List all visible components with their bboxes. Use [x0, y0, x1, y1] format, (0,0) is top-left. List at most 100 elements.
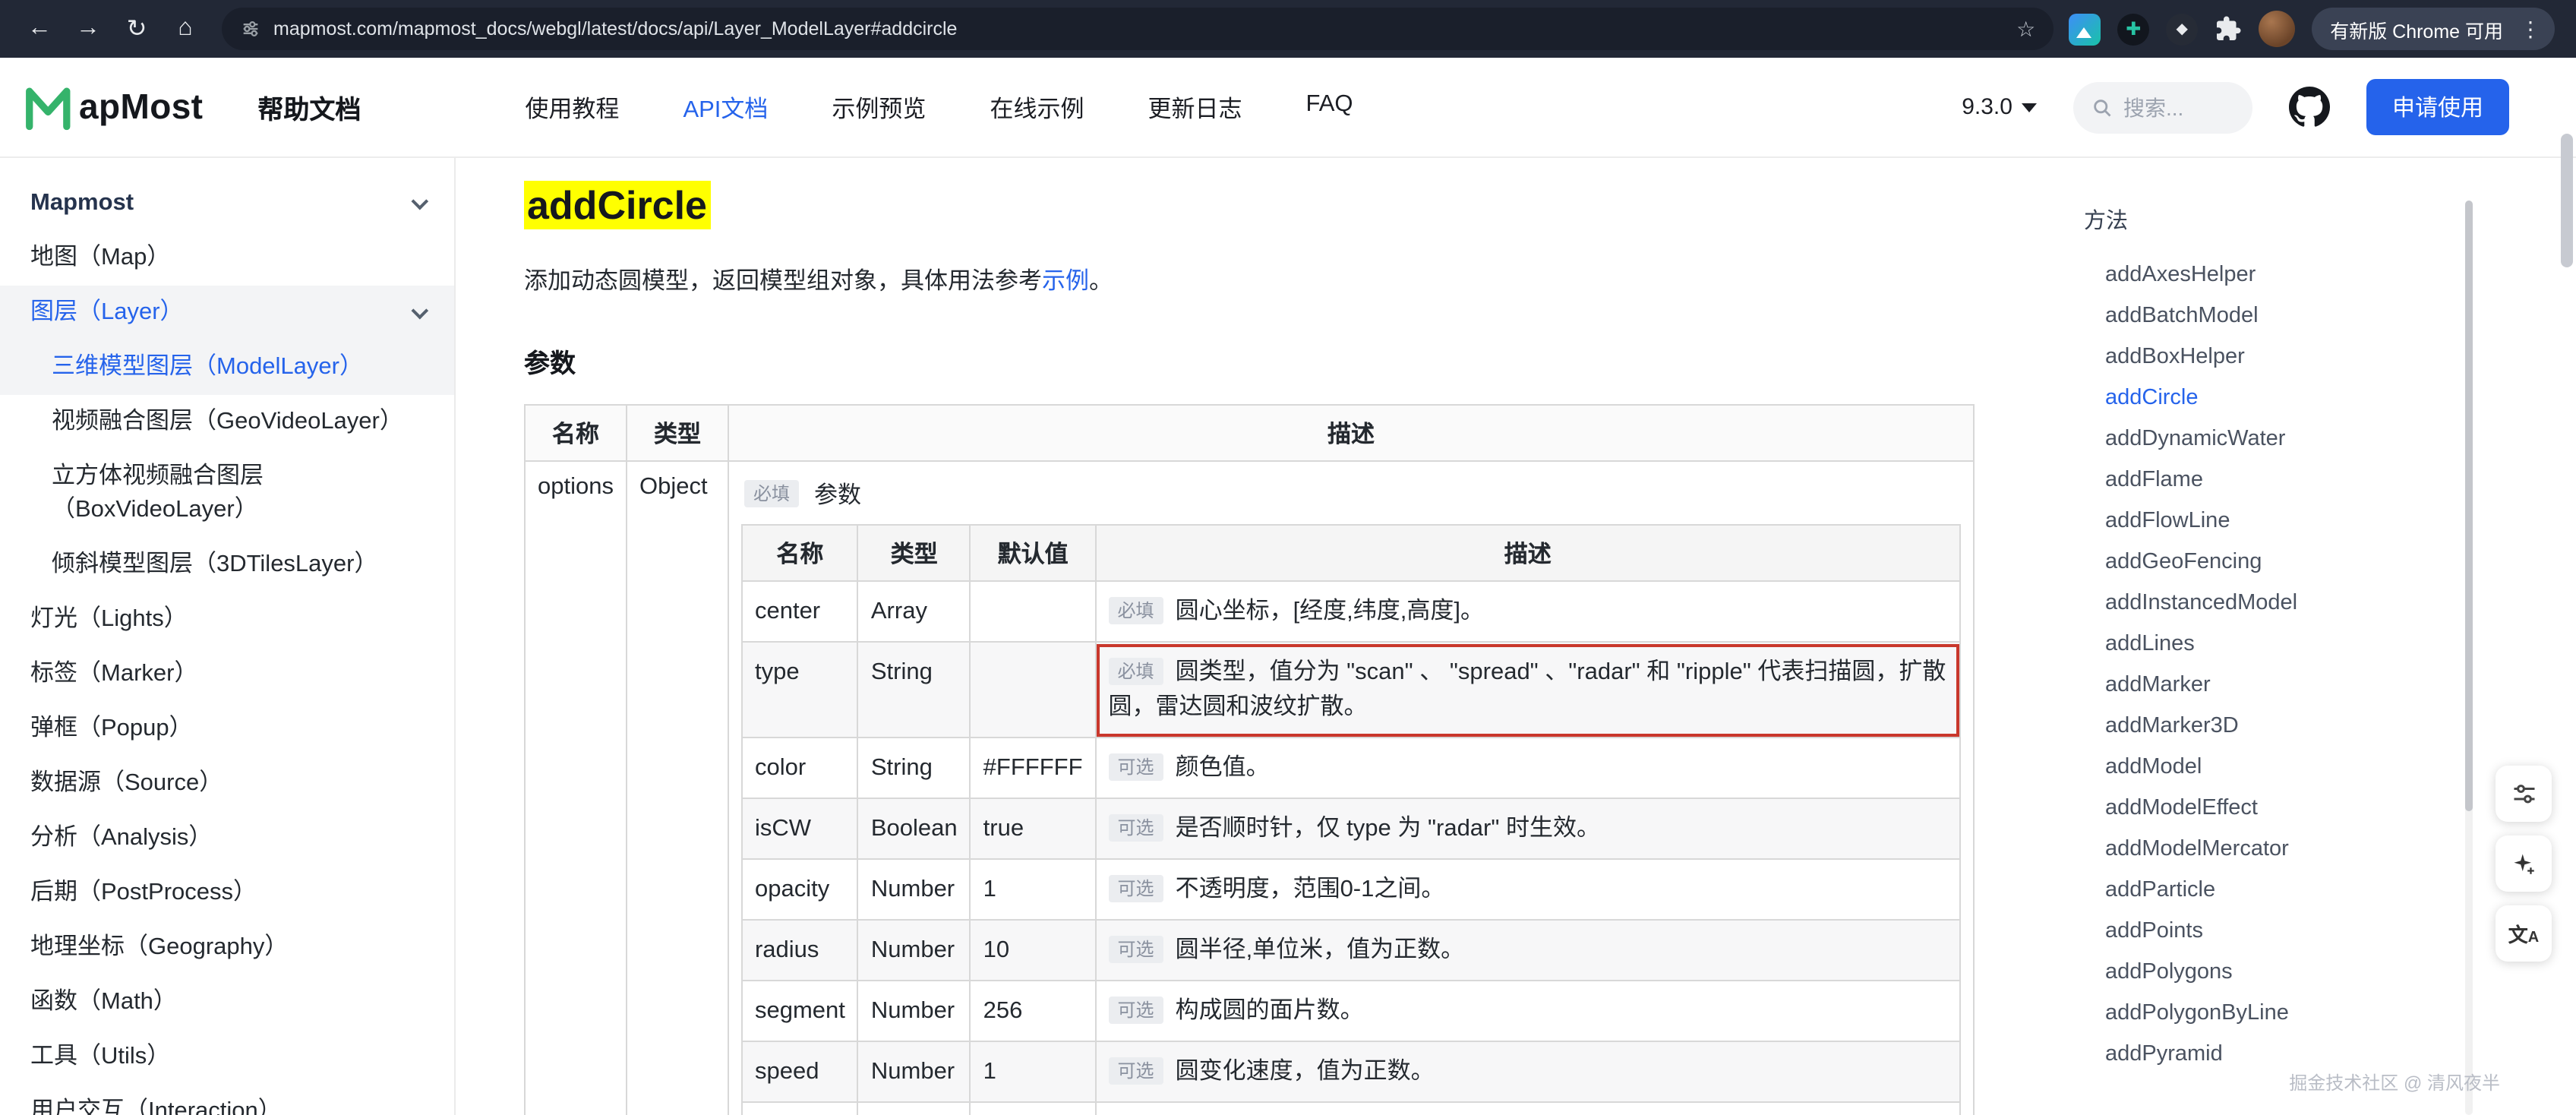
mapmost-logo[interactable]: apMost — [24, 84, 203, 130]
options-sub-table: 名称 类型 默认值 描述 centerArray必填圆心坐标，[经度,纬度,高度… — [741, 524, 1961, 1115]
param-row: typeString必填圆类型，值分为 "scan" 、 "spread" 、"… — [742, 642, 1960, 738]
search-icon — [2091, 96, 2113, 118]
toc-item[interactable]: addAxesHelper — [2084, 254, 2576, 295]
sidebar-item-label: 工具（Utils） — [30, 1041, 170, 1074]
param-desc-text: 是否顺时针，仅 type 为 "radar" 时生效。 — [1176, 816, 1600, 842]
extension-icon-3[interactable]: ◆ — [2166, 13, 2198, 45]
example-link[interactable]: 示例 — [1042, 269, 1089, 295]
refresh-icon[interactable]: ↻ — [115, 8, 158, 50]
param-default-cell: 10 — [971, 920, 1096, 981]
param-desc-cell: 可选圆半径,单位米，值为正数。 — [1096, 920, 1960, 981]
sidebar-subitem[interactable]: 立方体视频融合图层（BoxVideoLayer） — [0, 450, 454, 538]
sliders-icon — [2510, 780, 2537, 807]
watermark: 掘金技术社区 @ 清风夜半 — [2289, 1069, 2500, 1095]
sidebar-item[interactable]: 灯光（Lights） — [0, 592, 454, 647]
settings-fab-button[interactable] — [2496, 766, 2552, 822]
toc-item[interactable]: addBoxHelper — [2084, 336, 2576, 377]
sidebar-item[interactable]: 用户交互（Interaction） — [0, 1085, 454, 1115]
param-name-cell: radius — [742, 920, 858, 981]
required-badge: 必填 — [744, 480, 799, 507]
options-type-cell: Object — [627, 461, 728, 1115]
param-desc-text: 构成圆的面片数。 — [1176, 998, 1364, 1024]
version-selector[interactable]: 9.3.0 — [1962, 94, 2037, 120]
extensions-puzzle-icon[interactable] — [2215, 15, 2242, 43]
param-type-cell: Array — [858, 581, 971, 642]
params-table: 名称 类型 描述 options Object 必填 参数 — [524, 404, 1975, 1115]
bookmark-star-icon[interactable]: ☆ — [2016, 16, 2035, 42]
translate-fab-button[interactable]: 文A — [2496, 905, 2552, 962]
param-row: centerArray必填圆心坐标，[经度,纬度,高度]。 — [742, 581, 1960, 642]
toc-item[interactable]: addLines — [2084, 623, 2576, 664]
sidebar-item[interactable]: 弹框（Popup） — [0, 702, 454, 756]
sidebar-item[interactable]: 图层（Layer） — [0, 286, 454, 340]
header-nav-item[interactable]: API文档 — [683, 90, 768, 124]
sidebar-item[interactable]: 数据源（Source） — [0, 756, 454, 811]
sidebar-item[interactable]: 工具（Utils） — [0, 1030, 454, 1085]
chrome-update-button[interactable]: 有新版 Chrome 可用 ⋮ — [2312, 8, 2555, 50]
highlighted-title: addCircle — [524, 181, 710, 229]
optional-badge: 可选 — [1109, 936, 1163, 963]
mapmost-logo-icon — [24, 84, 76, 130]
param-default-cell: #FFFFFF — [971, 738, 1096, 798]
header-nav-item[interactable]: FAQ — [1306, 90, 1353, 124]
outer-col-name: 名称 — [525, 405, 627, 461]
sidebar-subitem[interactable]: 倾斜模型图层（3DTilesLayer） — [0, 538, 454, 592]
sidebar-root[interactable]: Mapmost — [0, 176, 454, 231]
header-nav-item[interactable]: 更新日志 — [1148, 90, 1242, 124]
sidebar-subitem[interactable]: 视频融合图层（GeoVideoLayer） — [0, 395, 454, 450]
github-icon[interactable] — [2289, 87, 2330, 128]
toc-item[interactable]: addMarker — [2084, 664, 2576, 705]
forward-icon[interactable]: → — [67, 8, 109, 50]
sparkle-icon — [2510, 850, 2537, 877]
translate-icon: 文A — [2508, 919, 2540, 948]
toc-item[interactable]: addMarker3D — [2084, 705, 2576, 746]
address-bar[interactable]: mapmost.com/mapmost_docs/webgl/latest/do… — [222, 8, 2054, 50]
extension-icon-2[interactable]: ✚ — [2117, 13, 2149, 45]
options-badge-label: 参数 — [814, 477, 861, 510]
optional-badge: 可选 — [1109, 814, 1163, 842]
toc-item[interactable]: addFlame — [2084, 459, 2576, 500]
param-desc-cell: 可选圆变化速度，值为正数。 — [1096, 1041, 1960, 1102]
toc-item[interactable]: addFlowLine — [2084, 500, 2576, 541]
back-icon[interactable]: ← — [18, 8, 61, 50]
chevron-down-icon — [2022, 103, 2037, 112]
browser-menu-icon[interactable]: ⋮ — [2515, 16, 2546, 42]
sidebar-item[interactable]: 分析（Analysis） — [0, 811, 454, 866]
page-scrollbar-thumb[interactable] — [2561, 134, 2573, 267]
header-nav-item[interactable]: 使用教程 — [525, 90, 619, 124]
header-nav-item[interactable]: 示例预览 — [832, 90, 926, 124]
toc-heading: 方法 — [2084, 204, 2576, 235]
sidebar-item[interactable]: 后期（PostProcess） — [0, 866, 454, 921]
sidebar-item-label: 灯光（Lights） — [30, 603, 188, 636]
sidebar-item[interactable]: 函数（Math） — [0, 975, 454, 1030]
param-default-cell — [971, 642, 1096, 738]
param-name-cell: segment — [742, 981, 858, 1041]
sidebar-item[interactable]: 地理坐标（Geography） — [0, 921, 454, 975]
param-desc-cell: 可选颜色值。 — [1096, 738, 1960, 798]
toc-scrollbar-thumb[interactable] — [2465, 201, 2473, 811]
ai-assistant-fab-button[interactable] — [2496, 835, 2552, 892]
apply-button[interactable]: 申请使用 — [2366, 79, 2509, 135]
toc-item[interactable]: addPyramid — [2084, 1033, 2576, 1074]
sidebar-item[interactable]: 地图（Map） — [0, 231, 454, 286]
search-input[interactable] — [2123, 95, 2230, 119]
header-nav-item[interactable]: 在线示例 — [990, 90, 1084, 124]
sidebar-item[interactable]: 标签（Marker） — [0, 647, 454, 702]
toc: 方法 addAxesHelperaddBatchModeladdBoxHelpe… — [2029, 158, 2576, 1115]
search-box[interactable] — [2073, 81, 2252, 133]
param-desc-cell: 可选构成圆的面片数。 — [1096, 981, 1960, 1041]
sidebar-subitem[interactable]: 三维模型图层（ModelLayer） — [0, 340, 454, 395]
toc-item[interactable]: addInstancedModel — [2084, 582, 2576, 623]
toc-item[interactable]: addGeoFencing — [2084, 541, 2576, 582]
toc-item[interactable]: addBatchModel — [2084, 295, 2576, 336]
param-default-cell: 1 — [971, 1041, 1096, 1102]
site-info-icon[interactable] — [240, 18, 261, 39]
toc-item[interactable]: addCircle — [2084, 377, 2576, 418]
options-desc-cell: 必填 参数 名称 类型 默认值 描述 — [728, 461, 1974, 1115]
extension-icon-1[interactable] — [2069, 13, 2101, 45]
toc-item[interactable]: addDynamicWater — [2084, 418, 2576, 459]
home-icon[interactable]: ⌂ — [164, 8, 207, 50]
profile-avatar[interactable] — [2259, 11, 2295, 47]
toc-item[interactable]: addPolygonByLine — [2084, 992, 2576, 1033]
param-name-cell: turns — [742, 1102, 858, 1115]
